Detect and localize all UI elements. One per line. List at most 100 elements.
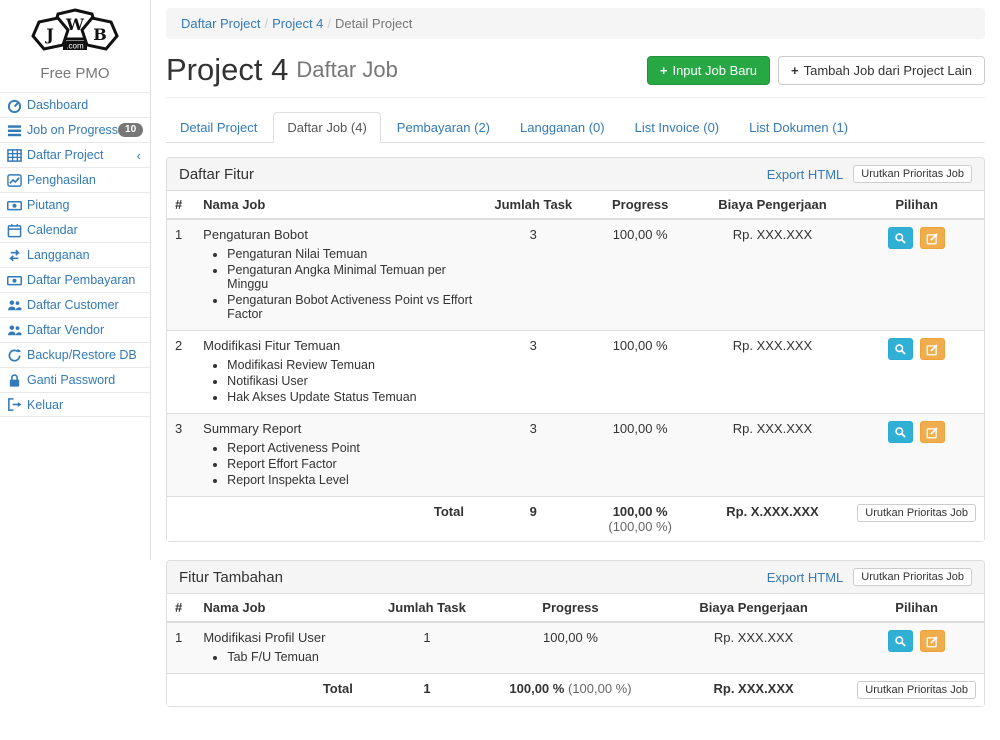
sidebar-item-label: Daftar Customer	[27, 298, 119, 312]
list-icon	[7, 123, 22, 138]
sidebar-item-keluar[interactable]: Keluar	[0, 392, 150, 417]
logo-letter-b: B	[93, 25, 107, 44]
table-header-row: # Nama Job Jumlah Task Progress Biaya Pe…	[167, 191, 984, 219]
total-progress-note: (100,00 %)	[608, 519, 672, 534]
tab-detail-project[interactable]: Detail Project	[166, 112, 271, 143]
sidebar: W J B .com Free PMO Dashboard Job on Pro…	[0, 0, 151, 560]
col-biaya-pengerjaan: Biaya Pengerjaan	[696, 191, 850, 219]
panel-fitur-tambahan: Fitur Tambahan Export HTML Urutkan Prior…	[166, 560, 985, 707]
edit-job-button[interactable]	[920, 630, 945, 652]
edit-job-button[interactable]	[920, 421, 945, 443]
col-jumlah-task: Jumlah Task	[371, 594, 483, 622]
urutkan-prioritas-job-button[interactable]: Urutkan Prioritas Job	[857, 504, 976, 522]
input-job-baru-button[interactable]: + Input Job Baru	[647, 56, 770, 85]
col-nama-job: Nama Job	[195, 191, 482, 219]
sidebar-item-daftar-vendor[interactable]: Daftar Vendor	[0, 317, 150, 342]
sidebar-item-calendar[interactable]: Calendar	[0, 217, 150, 242]
chevron-left-icon: ‹	[137, 148, 143, 163]
tab-langganan[interactable]: Langganan (0)	[506, 112, 619, 143]
sidebar-item-langganan[interactable]: Langganan	[0, 242, 150, 267]
button-label: Tambah Job dari Project Lain	[804, 63, 972, 78]
job-name: Summary Report	[203, 421, 301, 436]
row-actions	[849, 331, 984, 414]
view-job-button[interactable]	[888, 227, 913, 249]
col-jumlah-task: Jumlah Task	[482, 191, 585, 219]
project-tabs: Detail Project Daftar Job (4) Pembayaran…	[166, 112, 985, 143]
button-label: Input Job Baru	[672, 63, 757, 78]
tab-pembayaran[interactable]: Pembayaran (2)	[383, 112, 504, 143]
row-name-cell: Pengaturan Bobot Pengaturan Nilai Temuan…	[195, 219, 482, 331]
dashboard-icon	[7, 98, 22, 113]
job-name: Modifikasi Fitur Temuan	[203, 338, 340, 353]
tab-daftar-job[interactable]: Daftar Job (4)	[273, 112, 380, 143]
breadcrumb-link-project-4[interactable]: Project 4	[272, 16, 323, 31]
total-progress: 100,00 % (100,00 %)	[585, 497, 696, 542]
urutkan-prioritas-job-button[interactable]: Urutkan Prioritas Job	[857, 681, 976, 699]
sidebar-item-daftar-customer[interactable]: Daftar Customer	[0, 292, 150, 317]
search-icon	[894, 343, 907, 356]
edit-job-button[interactable]	[920, 227, 945, 249]
col-pilihan: Pilihan	[849, 594, 984, 622]
sidebar-item-daftar-project[interactable]: Daftar Project ‹	[0, 142, 150, 167]
money-icon	[7, 273, 22, 288]
subtask-item: Report Inspekta Level	[227, 473, 474, 487]
sidebar-item-piutang[interactable]: Piutang	[0, 192, 150, 217]
urutkan-prioritas-job-button[interactable]: Urutkan Prioritas Job	[853, 165, 972, 183]
total-cost: Rp. X.XXX.XXX	[696, 497, 850, 542]
table-row: 1 Modifikasi Profil User Tab F/U Temuan …	[167, 622, 984, 674]
view-job-button[interactable]	[888, 630, 913, 652]
total-actions: Urutkan Prioritas Job	[849, 674, 984, 707]
col-biaya-pengerjaan: Biaya Pengerjaan	[658, 594, 849, 622]
subtask-item: Pengaturan Bobot Activeness Point vs Eff…	[227, 293, 474, 321]
row-actions	[849, 622, 984, 674]
tab-list-invoice[interactable]: List Invoice (0)	[621, 112, 734, 143]
export-html-link[interactable]: Export HTML	[767, 570, 844, 585]
tambah-job-dari-project-lain-button[interactable]: +Tambah Job dari Project Lain	[778, 56, 985, 85]
table-row: 1 Pengaturan Bobot Pengaturan Nilai Temu…	[167, 219, 984, 331]
jwb-logo-icon: W J B .com	[25, 8, 125, 60]
row-actions	[849, 414, 984, 497]
logo-letter-j: J	[44, 25, 54, 44]
total-empty	[167, 497, 195, 542]
app-logo[interactable]: W J B .com Free PMO	[0, 0, 150, 92]
row-tasks: 3	[482, 219, 585, 331]
page-title: Project 4	[166, 53, 288, 87]
sidebar-item-label: Ganti Password	[27, 373, 115, 387]
tab-list-dokumen[interactable]: List Dokumen (1)	[735, 112, 862, 143]
table-icon	[7, 148, 22, 163]
sidebar-item-label: Backup/Restore DB	[27, 348, 137, 362]
sign-out-icon	[7, 397, 22, 412]
sidebar-item-dashboard[interactable]: Dashboard	[0, 92, 150, 117]
row-actions	[849, 219, 984, 331]
total-empty	[167, 674, 195, 707]
lock-icon	[7, 373, 22, 388]
subtask-list: Tab F/U Temuan	[217, 650, 363, 664]
row-name-cell: Modifikasi Profil User Tab F/U Temuan	[195, 622, 371, 674]
subtask-item: Hak Akses Update Status Temuan	[227, 390, 474, 404]
exchange-icon	[7, 248, 22, 263]
view-job-button[interactable]	[888, 338, 913, 360]
search-icon	[894, 426, 907, 439]
row-name-cell: Modifikasi Fitur Temuan Modifikasi Revie…	[195, 331, 482, 414]
view-job-button[interactable]	[888, 421, 913, 443]
panel-tools: Export HTML Urutkan Prioritas Job	[767, 568, 972, 586]
total-progress-note: (100,00 %)	[568, 681, 632, 696]
edit-icon	[926, 426, 939, 439]
breadcrumb-separator: /	[323, 16, 335, 31]
edit-job-button[interactable]	[920, 338, 945, 360]
sidebar-item-backup-restore[interactable]: Backup/Restore DB	[0, 342, 150, 367]
sidebar-item-label: Penghasilan	[27, 173, 96, 187]
sidebar-item-job-on-progress[interactable]: Job on Progress 10	[0, 117, 150, 142]
sidebar-item-ganti-password[interactable]: Ganti Password	[0, 367, 150, 392]
plus-icon: +	[660, 64, 668, 77]
breadcrumb-link-daftar-project[interactable]: Daftar Project	[181, 16, 260, 31]
sidebar-item-label: Calendar	[27, 223, 78, 237]
sidebar-item-label: Job on Progress	[27, 123, 118, 137]
total-tasks: 1	[371, 674, 483, 707]
sidebar-item-daftar-pembayaran[interactable]: Daftar Pembayaran	[0, 267, 150, 292]
subtask-item: Tab F/U Temuan	[227, 650, 363, 664]
col-nama-job: Nama Job	[195, 594, 371, 622]
urutkan-prioritas-job-button[interactable]: Urutkan Prioritas Job	[853, 568, 972, 586]
export-html-link[interactable]: Export HTML	[767, 167, 844, 182]
sidebar-item-penghasilan[interactable]: Penghasilan	[0, 167, 150, 192]
